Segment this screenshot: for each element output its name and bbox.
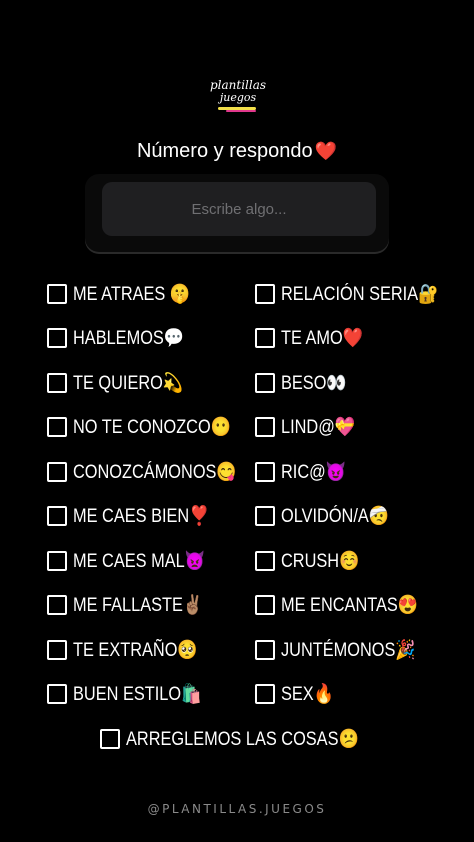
title-text: Número y respondo	[136, 140, 313, 162]
checklist-item[interactable]: SEX🔥	[255, 681, 343, 707]
checklist-item[interactable]: TE EXTRAÑO🥺	[47, 637, 218, 663]
checkbox[interactable]	[255, 462, 275, 482]
plantillas-logo: plantillas juegos	[208, 78, 268, 112]
checklist-item[interactable]: OLVIDÓN/A🤕	[255, 503, 407, 529]
checklist-item[interactable]: NO TE CONOZCO😶	[47, 414, 257, 440]
checklist-item[interactable]: HABLEMOS💬	[47, 325, 202, 351]
checklist-item[interactable]: CRUSH☺️	[255, 548, 372, 574]
checkbox[interactable]	[255, 328, 275, 348]
item-label: LIND@💝	[281, 417, 356, 438]
logo-line-1: plantillas	[209, 78, 267, 92]
item-label: TE QUIERO💫	[73, 373, 184, 394]
item-label: NO TE CONOZCO😶	[73, 417, 232, 438]
checkbox[interactable]	[255, 506, 275, 526]
item-label: JUNTÉMONOS🎉	[281, 640, 416, 661]
checklist-item[interactable]: BUEN ESTILO🛍️	[47, 681, 222, 707]
checkbox[interactable]	[47, 462, 67, 482]
item-label: ARREGLEMOS LAS COSAS😕	[126, 729, 359, 750]
checklist-item-bottom[interactable]: ARREGLEMOS LAS COSAS😕	[100, 726, 397, 752]
checklist-item[interactable]: RIC@😈	[255, 459, 357, 485]
checkbox[interactable]	[47, 595, 67, 615]
footer-handle: @PLANTILLAS.JUEGOS	[147, 802, 327, 816]
item-label: ME ENCANTAS😍	[281, 595, 419, 616]
item-label: BUEN ESTILO🛍️	[73, 684, 202, 705]
checklist-item[interactable]: ME FALLASTE✌🏽	[47, 592, 224, 618]
reply-input[interactable]	[102, 182, 376, 236]
checkbox[interactable]	[47, 284, 67, 304]
item-label: CRUSH☺️	[281, 551, 360, 572]
checklist-item[interactable]: TE AMO❤️	[255, 325, 376, 351]
checkbox[interactable]	[47, 640, 67, 660]
heart-emoji: ❤️	[314, 141, 338, 161]
checkbox[interactable]	[47, 328, 67, 348]
checkbox[interactable]	[47, 551, 67, 571]
checklist-item[interactable]: ME CAES MAL👿	[47, 548, 227, 574]
item-label: BESO👀	[281, 373, 347, 394]
checkbox[interactable]	[47, 417, 67, 437]
page-title: Número y respondo ❤️	[0, 140, 474, 163]
checklist-item[interactable]: LIND@💝	[255, 414, 367, 440]
checkbox[interactable]	[47, 684, 67, 704]
item-label: ME ATRAES 🤫	[73, 284, 191, 305]
checkbox[interactable]	[255, 640, 275, 660]
checkbox[interactable]	[255, 684, 275, 704]
item-label: SEX🔥	[281, 684, 335, 705]
checklist-item[interactable]: RELACIÓN SERIA🔐	[255, 281, 464, 307]
checkbox[interactable]	[47, 373, 67, 393]
item-label: ME CAES BIEN❣️	[73, 506, 210, 527]
checkbox[interactable]	[47, 506, 67, 526]
checkbox[interactable]	[100, 729, 120, 749]
item-label: HABLEMOS💬	[73, 328, 185, 349]
checklist-item[interactable]: ME CAES BIEN❣️	[47, 503, 232, 529]
checkbox[interactable]	[255, 373, 275, 393]
checklist-item[interactable]: TE QUIERO💫	[47, 370, 201, 396]
checkbox[interactable]	[255, 551, 275, 571]
checklist-item[interactable]: JUNTÉMONOS🎉	[255, 637, 438, 663]
checkbox[interactable]	[255, 595, 275, 615]
logo-line-2: juegos	[219, 91, 257, 104]
item-label: ME CAES MAL👿	[73, 551, 206, 572]
checklist-item[interactable]: BESO👀	[255, 370, 357, 396]
item-label: RIC@😈	[281, 462, 347, 483]
item-label: RELACIÓN SERIA🔐	[281, 284, 439, 305]
item-label: ME FALLASTE✌🏽	[73, 595, 204, 616]
item-label: TE AMO❤️	[281, 328, 364, 349]
checkbox[interactable]	[255, 417, 275, 437]
logo-underline-pink	[226, 110, 256, 112]
checklist-item[interactable]: ME ENCANTAS😍	[255, 592, 441, 618]
item-label: OLVIDÓN/A🤕	[281, 506, 390, 527]
item-label: CONOZCÁMONOS😋	[73, 462, 237, 483]
checklist-item[interactable]: CONOZCÁMONOS😋	[47, 459, 263, 485]
checklist-item[interactable]: ME ATRAES 🤫	[47, 281, 209, 307]
item-label: TE EXTRAÑO🥺	[73, 640, 198, 661]
checkbox[interactable]	[255, 284, 275, 304]
